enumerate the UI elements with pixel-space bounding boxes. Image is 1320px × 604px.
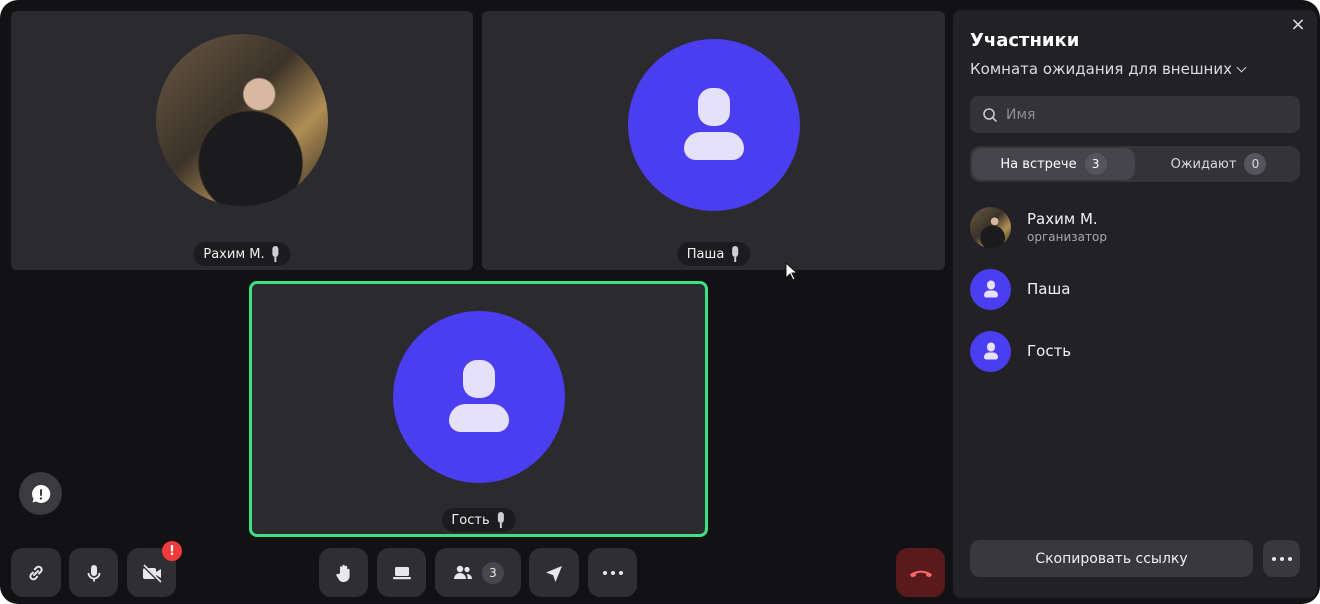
feedback-icon [31,484,50,503]
tab-in-meeting[interactable]: На встрече 3 [972,148,1135,180]
tile-name: Рахим М. [203,246,265,262]
tab-count-badge: 3 [1084,153,1107,175]
mic-icon [496,512,506,528]
panel-more-button[interactable] [1263,540,1300,577]
hang-up-button[interactable] [896,548,945,597]
participants-tabs: На встрече 3 Ожидают 0 [970,146,1300,182]
participants-count-badge: 3 [482,561,504,584]
tab-count-badge: 0 [1244,153,1267,175]
hand-icon [335,564,350,582]
screen-share-button[interactable] [377,548,426,597]
search-input[interactable] [1006,106,1286,123]
microphone-button[interactable] [69,548,118,597]
person-icon [983,342,998,360]
camera-alert-badge: ! [162,541,182,561]
participant-name: Паша [1027,280,1071,298]
person-icon [983,280,998,298]
participant-role: организатор [1027,230,1107,244]
list-item[interactable]: Гость [970,330,1300,372]
tab-waiting[interactable]: Ожидают 0 [1137,146,1300,182]
video-tile-rahim[interactable]: Рахим М. [11,11,473,270]
tile-name: Паша [686,246,725,262]
phone-hangup-icon [909,570,932,577]
more-icon [1271,556,1292,561]
more-icon [602,570,623,575]
mic-icon [271,246,281,262]
laptop-icon [392,566,411,579]
people-icon [454,565,473,579]
video-tile-pasha[interactable]: Паша [482,11,945,270]
avatar [970,206,1011,248]
copy-link-toolbar-button[interactable] [11,548,61,597]
participants-button[interactable]: 3 [435,548,521,597]
panel-title: Участники [970,30,1080,51]
participants-panel: × Участники Комната ожидания для внешних… [953,10,1317,598]
send-reaction-button[interactable] [529,548,579,597]
participant-name: Рахим М. [1027,210,1098,228]
person-icon [448,359,509,434]
avatar [970,268,1011,310]
participant-avatar [392,310,565,483]
tile-name-chip: Гость [441,508,516,532]
raise-hand-button[interactable] [319,548,368,597]
tab-label: На встрече [1000,156,1077,172]
camera-off-icon [141,563,162,583]
list-item[interactable]: Рахим М. организатор [970,206,1300,248]
participant-avatar [627,38,800,211]
mic-icon [730,246,740,262]
tile-name: Гость [451,512,490,528]
tab-label: Ожидают [1170,156,1237,172]
search-box[interactable] [970,96,1300,133]
microphone-icon [87,564,100,581]
video-tile-guest-active[interactable]: Гость [249,281,708,537]
link-icon [29,565,43,580]
room-selector-label: Комната ожидания для внешних [970,60,1232,78]
copy-link-button[interactable]: Скопировать ссылку [970,540,1253,577]
feedback-button[interactable] [19,472,62,515]
send-icon [546,565,562,582]
participant-name: Гость [1027,342,1072,360]
avatar [970,330,1011,372]
mouse-cursor-icon [785,262,799,281]
participant-photo-avatar [156,33,328,206]
participants-list: Рахим М. организатор Паша Гость [970,206,1300,392]
tile-name-chip: Паша [676,242,751,266]
more-options-button[interactable] [588,548,637,597]
search-icon [983,107,997,122]
close-panel-button[interactable]: × [1289,16,1307,34]
chevron-down-icon [1236,62,1247,72]
video-call-app: Рахим М. Паша Гость ! 3 × Участники Комн… [0,0,1320,604]
tile-name-chip: Рахим М. [193,242,291,266]
list-item[interactable]: Паша [970,268,1300,310]
room-selector[interactable]: Комната ожидания для внешних [970,60,1247,78]
person-icon [683,87,744,162]
